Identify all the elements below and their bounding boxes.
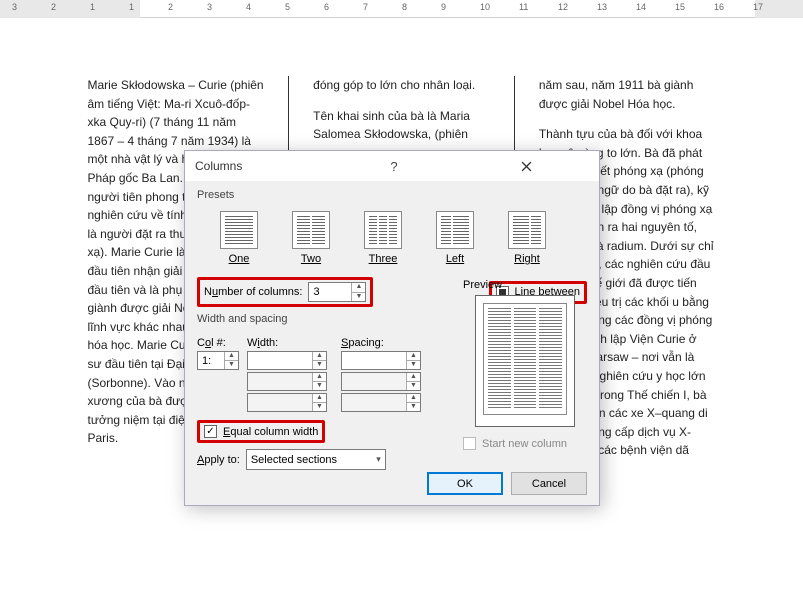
preset-two-label: Two bbox=[301, 253, 321, 265]
apply-to-label: Apply to: bbox=[197, 454, 240, 466]
ok-button[interactable]: OK bbox=[427, 472, 503, 495]
horizontal-ruler: 3211234567891011121314151617 bbox=[0, 0, 803, 18]
spin-up-icon[interactable]: ▲ bbox=[352, 283, 365, 293]
equal-width-checkbox[interactable]: ✓ bbox=[204, 425, 217, 438]
start-new-column-label: Start new column bbox=[482, 438, 567, 450]
preview-box bbox=[475, 295, 575, 427]
presets-row: One Two Three Left Right bbox=[197, 205, 587, 269]
help-button[interactable]: ? bbox=[328, 159, 461, 174]
number-of-columns-input[interactable] bbox=[309, 283, 351, 301]
preset-two[interactable]: Two bbox=[289, 211, 333, 265]
dialog-title: Columns bbox=[195, 159, 328, 173]
equal-width-label: Equal column width bbox=[223, 426, 318, 438]
spacing-input-1[interactable] bbox=[342, 352, 406, 369]
preset-right[interactable]: Right bbox=[505, 211, 549, 265]
col-index-spinner[interactable]: ▲▼ bbox=[197, 351, 239, 370]
preset-three[interactable]: Three bbox=[361, 211, 405, 265]
columns-dialog: Columns ? Presets One Two Three Left bbox=[184, 150, 600, 506]
cancel-button[interactable]: Cancel bbox=[511, 472, 587, 495]
start-new-column-checkbox bbox=[463, 437, 476, 450]
close-button[interactable] bbox=[460, 154, 593, 178]
col-index-input[interactable] bbox=[198, 352, 224, 369]
preset-left-label: Left bbox=[446, 253, 464, 265]
presets-label: Presets bbox=[197, 189, 587, 201]
width-spinner-1[interactable]: ▲▼ bbox=[247, 351, 327, 370]
number-of-columns-spinner[interactable]: ▲▼ bbox=[308, 282, 366, 302]
number-of-columns-highlight: Number of columns: ▲▼ bbox=[197, 277, 373, 307]
preset-one-label: One bbox=[229, 253, 250, 265]
start-new-column-row: Start new column bbox=[463, 437, 587, 450]
apply-to-select[interactable]: Selected sections ▾ bbox=[246, 449, 386, 470]
number-of-columns-label: Number of columns: bbox=[204, 286, 302, 298]
close-icon bbox=[521, 161, 532, 172]
preset-one[interactable]: One bbox=[217, 211, 261, 265]
apply-to-value: Selected sections bbox=[251, 454, 337, 466]
dialog-titlebar: Columns ? bbox=[185, 151, 599, 181]
col2-para1: đóng góp to lớn cho nhân loại. bbox=[313, 76, 490, 95]
preview-label: Preview bbox=[463, 279, 587, 291]
spin-down-icon[interactable]: ▼ bbox=[352, 293, 365, 302]
width-input-1[interactable] bbox=[248, 352, 312, 369]
equal-width-highlight: ✓ Equal column width bbox=[197, 420, 325, 443]
preset-three-label: Three bbox=[369, 253, 398, 265]
chevron-down-icon: ▾ bbox=[376, 454, 381, 465]
col2-para2: Tên khai sinh của bà là Maria Salomea Sk… bbox=[313, 107, 490, 144]
spacing-spinner-1[interactable]: ▲▼ bbox=[341, 351, 421, 370]
preset-left[interactable]: Left bbox=[433, 211, 477, 265]
